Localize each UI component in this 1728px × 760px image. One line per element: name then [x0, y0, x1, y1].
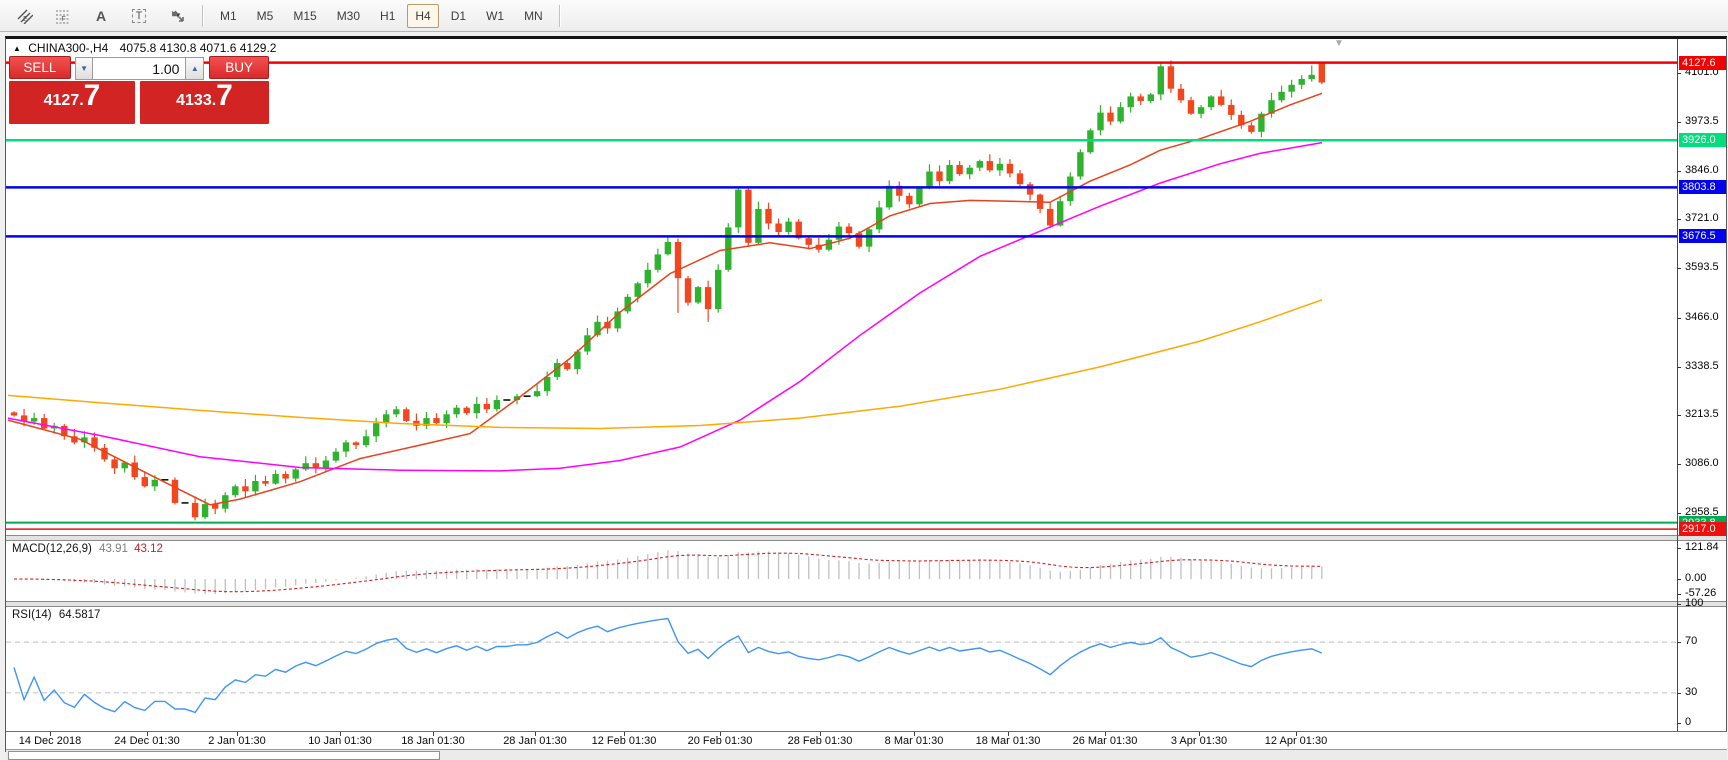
sell-price[interactable]: 4127.7 — [9, 81, 135, 124]
text-icon[interactable]: A — [83, 3, 119, 29]
equidistant-channel-icon[interactable]: E — [7, 3, 43, 29]
date-axis-label: 8 Mar 01:30 — [885, 735, 944, 747]
axis-tick-mark — [1677, 73, 1681, 74]
price-axis-label: 3086.0 — [1685, 457, 1719, 469]
macd-axis-label: 121.84 — [1685, 541, 1719, 553]
toolbar-separator — [559, 5, 561, 27]
macd-label: MACD(12,26,9) 43.91 43.12 — [12, 543, 163, 555]
price-axis-label: 3593.5 — [1685, 261, 1719, 273]
timeframe-button-w1[interactable]: W1 — [478, 4, 512, 28]
axis-tick-mark — [1677, 579, 1681, 580]
axis-tick-mark — [1677, 415, 1681, 416]
sell-button[interactable]: SELL — [9, 56, 71, 79]
timeframe-button-h1[interactable]: H1 — [372, 4, 403, 28]
axis-tick-mark — [1677, 171, 1681, 172]
equidistant-channel-glyph — [17, 8, 33, 24]
date-axis-label: 26 Mar 01:30 — [1073, 735, 1138, 747]
rsi-pane-separator[interactable] — [6, 601, 1726, 607]
toolbar: E F A T ▾ M1M5M15M30H1H4D1W1MN — [0, 0, 1728, 32]
rsi-label: RSI(14) 64.5817 — [12, 609, 100, 621]
timeframe-button-d1[interactable]: D1 — [443, 4, 474, 28]
arrows-icon[interactable]: ▾ — [159, 3, 195, 29]
volume-input[interactable] — [93, 57, 185, 80]
date-axis-label: 28 Jan 01:30 — [503, 735, 567, 747]
axis-tick-mark — [1677, 318, 1681, 319]
volume-decrease-button[interactable]: ▼ — [75, 57, 94, 80]
date-axis-label: 28 Feb 01:30 — [788, 735, 853, 747]
text-label-icon[interactable]: T — [121, 3, 157, 29]
axis-tick-mark — [1677, 122, 1681, 123]
price-level-badge: 4127.6 — [1679, 56, 1726, 70]
date-axis-label: 24 Dec 01:30 — [114, 735, 179, 747]
rsi-axis-label: 70 — [1685, 635, 1697, 647]
date-axis-label: 14 Dec 2018 — [19, 735, 81, 747]
one-click-trading-panel: SELL ▼ ▲ BUY 4127.7 4133.7 — [9, 56, 269, 124]
price-level-badge: 3676.5 — [1679, 229, 1726, 243]
macd-axis-label: 0.00 — [1685, 572, 1706, 584]
rsi-value: 64.5817 — [59, 609, 101, 621]
axis-tick-mark — [1677, 604, 1681, 605]
date-axis[interactable]: 14 Dec 2018 24 Dec 01:30 2 Jan 01:30 10 Jan… — [6, 731, 1727, 750]
date-axis-label: 12 Apr 01:30 — [1265, 735, 1327, 747]
axis-tick-mark — [1677, 642, 1681, 643]
date-axis-label: 2 Jan 01:30 — [208, 735, 266, 747]
price-level-badge: 2917.0 — [1679, 522, 1726, 536]
volume-increase-button[interactable]: ▲ — [185, 57, 204, 80]
date-axis-label: 20 Feb 01:30 — [688, 735, 753, 747]
axis-tick-mark — [1677, 219, 1681, 220]
macd-main-value: 43.91 — [99, 543, 128, 555]
macd-pane-separator[interactable] — [6, 535, 1726, 541]
timeframe-button-h4[interactable]: H4 — [407, 4, 438, 28]
timeframe-button-m5[interactable]: M5 — [249, 4, 282, 28]
axis-tick-mark — [1677, 594, 1681, 595]
date-axis-label: 10 Jan 01:30 — [308, 735, 372, 747]
axis-tick-mark — [1677, 693, 1681, 694]
timeframe-bar: M1M5M15M30H1H4D1W1MN — [210, 4, 553, 28]
axis-tick-mark — [1677, 548, 1681, 549]
timeframe-button-m1[interactable]: M1 — [212, 4, 245, 28]
date-axis-label: 3 Apr 01:30 — [1171, 735, 1227, 747]
axis-tick-mark — [1677, 268, 1681, 269]
rsi-axis-label: 100 — [1685, 597, 1703, 609]
macd-signal-value: 43.12 — [134, 543, 163, 555]
axis-tick-mark — [1677, 513, 1681, 514]
macd-pane[interactable] — [6, 541, 1677, 601]
axis-tick-mark — [1677, 367, 1681, 368]
fibonacci-icon[interactable]: F — [45, 3, 81, 29]
price-axis-label: 3338.5 — [1685, 360, 1719, 372]
price-level-badge: 3803.8 — [1679, 180, 1726, 194]
price-axis-label: 3213.5 — [1685, 408, 1719, 420]
price-axis-label: 3846.0 — [1685, 164, 1719, 176]
date-axis-label: 18 Mar 01:30 — [976, 735, 1041, 747]
axis-tick-mark — [1677, 723, 1681, 724]
price-axis-label: 3721.0 — [1685, 212, 1719, 224]
fibonacci-glyph — [55, 8, 71, 24]
timeframe-button-mn[interactable]: MN — [516, 4, 551, 28]
toolbar-separator — [202, 5, 204, 27]
axis-tick-mark — [1677, 464, 1681, 465]
date-axis-label: 18 Jan 01:30 — [401, 735, 465, 747]
rsi-pane[interactable] — [6, 604, 1677, 731]
price-level-badge: 3926.0 — [1679, 133, 1726, 147]
rsi-axis-label: 30 — [1685, 686, 1697, 698]
timeframe-button-m15[interactable]: M15 — [285, 4, 324, 28]
date-axis-label: 12 Feb 01:30 — [592, 735, 657, 747]
rsi-axis-label: 0 — [1685, 716, 1691, 728]
arrows-glyph — [170, 8, 185, 23]
price-axis-label: 3973.5 — [1685, 115, 1719, 127]
price-axis-label: 3466.0 — [1685, 311, 1719, 323]
buy-button[interactable]: BUY — [209, 56, 269, 79]
buy-price[interactable]: 4133.7 — [140, 81, 269, 124]
horizontal-scrollbar[interactable] — [6, 749, 1727, 760]
chart-shift-marker-icon: ▼ — [1334, 38, 1344, 49]
timeframe-button-m30[interactable]: M30 — [329, 4, 368, 28]
